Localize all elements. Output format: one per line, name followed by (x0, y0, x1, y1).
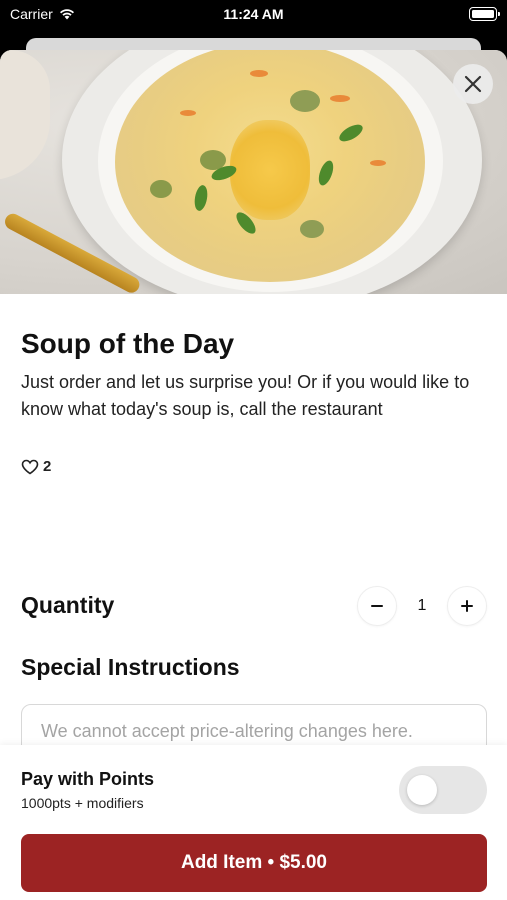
cheese-graphic (230, 120, 310, 220)
carrot-fleck (180, 110, 196, 116)
broccoli-fleck (300, 220, 324, 238)
close-button[interactable] (453, 64, 493, 104)
toggle-knob (407, 775, 437, 805)
broccoli-fleck (290, 90, 320, 112)
soup-photo (0, 50, 507, 294)
quantity-stepper: 1 (357, 586, 487, 626)
close-icon (464, 75, 482, 93)
clock: 11:24 AM (223, 6, 284, 22)
pay-with-points-toggle[interactable] (399, 766, 487, 814)
status-bar: Carrier 11:24 AM (0, 0, 507, 30)
broccoli-fleck (150, 180, 172, 198)
item-detail-sheet: Soup of the Day Just order and let us su… (0, 50, 507, 900)
special-instructions-label: Special Instructions (21, 654, 240, 680)
add-item-button[interactable]: Add Item • $5.00 (21, 834, 487, 892)
battery-icon (469, 7, 500, 21)
likes-button[interactable]: 2 (21, 458, 51, 475)
plus-icon (461, 600, 473, 612)
item-title: Soup of the Day (21, 328, 235, 359)
pay-with-points-label: Pay with Points (21, 769, 155, 789)
carrot-fleck (330, 95, 350, 102)
decrement-button[interactable] (357, 586, 397, 626)
likes-count: 2 (43, 458, 52, 475)
footer-bar: Pay with Points 1000pts + modifiers Add … (0, 745, 507, 900)
minus-icon (371, 605, 383, 607)
item-description: Just order and let us surprise you! Or i… (21, 372, 470, 419)
napkin-graphic (0, 50, 50, 180)
heart-icon (21, 459, 39, 474)
quantity-value: 1 (417, 597, 427, 614)
increment-button[interactable] (447, 586, 487, 626)
carrot-fleck (250, 70, 268, 77)
quantity-label: Quantity (21, 592, 115, 618)
carrot-fleck (370, 160, 386, 166)
pay-with-points-subtitle: 1000pts + modifiers (21, 795, 144, 811)
